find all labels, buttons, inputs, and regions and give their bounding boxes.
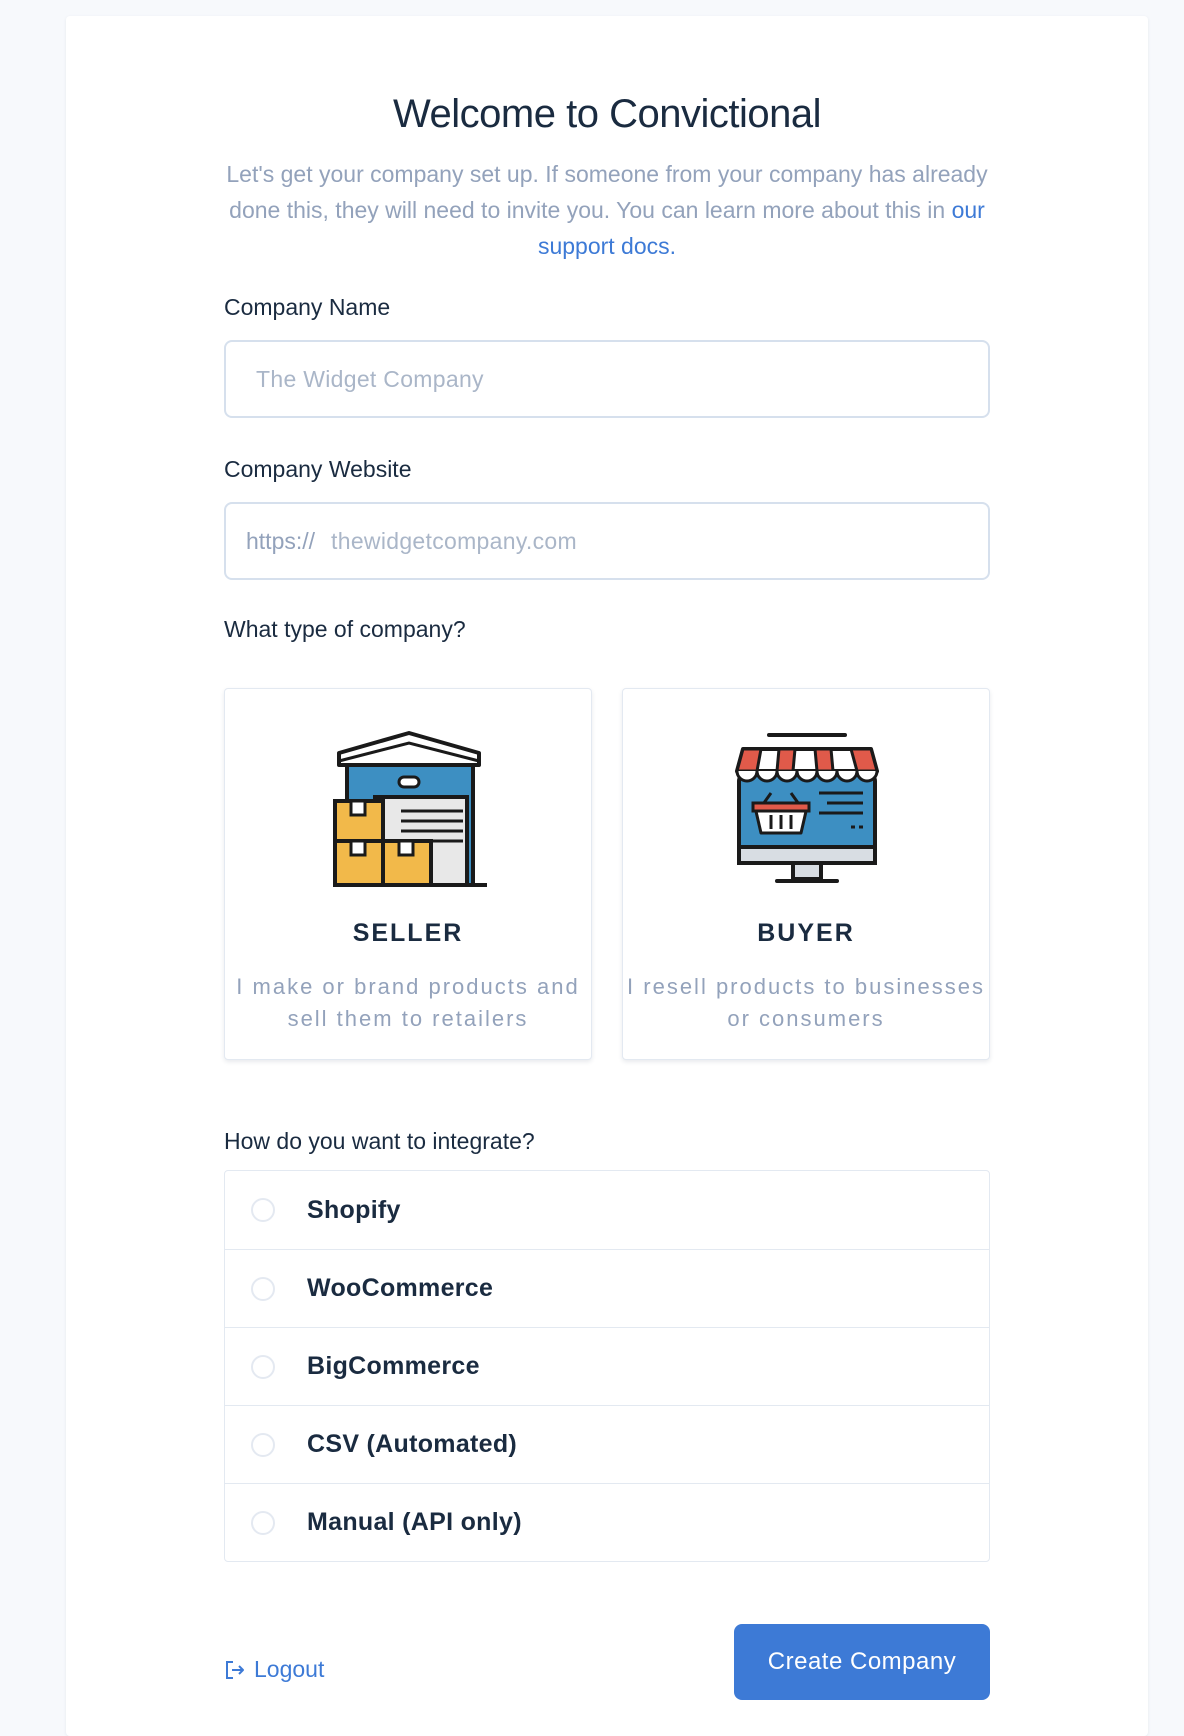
company-name-input[interactable] (226, 365, 988, 393)
page-title: Welcome to Convictional (393, 92, 821, 136)
company-name-field[interactable] (224, 340, 990, 418)
option-label: Shopify (307, 1195, 401, 1224)
option-label: CSV (Automated) (307, 1430, 518, 1458)
option-label: Manual (API only) (307, 1508, 522, 1536)
integration-option-shopify[interactable]: Shopify (225, 1171, 989, 1249)
website-prefix: https:// (246, 527, 316, 554)
company-type-label: What type of company? (224, 616, 466, 642)
company-name-label: Company Name (224, 294, 391, 320)
company-website-field[interactable]: https:// (224, 502, 990, 580)
buyer-description: I resell products to businesses or consu… (627, 974, 985, 1031)
seller-card[interactable]: SELLER I make or brand products and sell… (224, 688, 592, 1060)
seller-description: I make or brand products and sell them t… (236, 974, 580, 1031)
radio-button[interactable] (251, 1276, 275, 1301)
integration-label: How do you want to integrate? (224, 1128, 535, 1154)
onboarding-card: Welcome to Convictional Let's get your c… (66, 16, 1148, 1736)
page-subtitle: Let's get your company set up. If someon… (224, 156, 990, 264)
option-label: WooCommerce (307, 1274, 494, 1302)
integration-option-bigcommerce[interactable]: BigCommerce (225, 1327, 989, 1405)
seller-title: SELLER (352, 919, 464, 947)
logout-link[interactable]: Logout (224, 1656, 324, 1683)
radio-button[interactable] (251, 1354, 275, 1379)
storefront-icon (735, 733, 879, 883)
warehouse-icon (333, 731, 487, 887)
buyer-title: BUYER (757, 919, 855, 947)
subtitle-text: Let's get your company set up. If someon… (226, 161, 988, 223)
company-website-input[interactable] (331, 527, 988, 555)
option-label: BigCommerce (307, 1352, 480, 1380)
company-website-label: Company Website (224, 456, 412, 482)
logout-icon (226, 1660, 244, 1679)
create-company-button[interactable]: Create Company (734, 1624, 990, 1700)
integration-options: Shopify WooCommerce BigCommerce CSV (Aut… (224, 1170, 990, 1562)
radio-button[interactable] (251, 1510, 275, 1535)
radio-button[interactable] (251, 1432, 275, 1457)
integration-option-woocommerce[interactable]: WooCommerce (225, 1249, 989, 1327)
logout-label: Logout (254, 1656, 325, 1682)
integration-option-manual[interactable]: Manual (API only) (225, 1483, 989, 1561)
buyer-card[interactable]: BUYER I resell products to businesses or… (622, 688, 990, 1060)
integration-option-csv[interactable]: CSV (Automated) (225, 1405, 989, 1483)
radio-button[interactable] (251, 1198, 275, 1222)
